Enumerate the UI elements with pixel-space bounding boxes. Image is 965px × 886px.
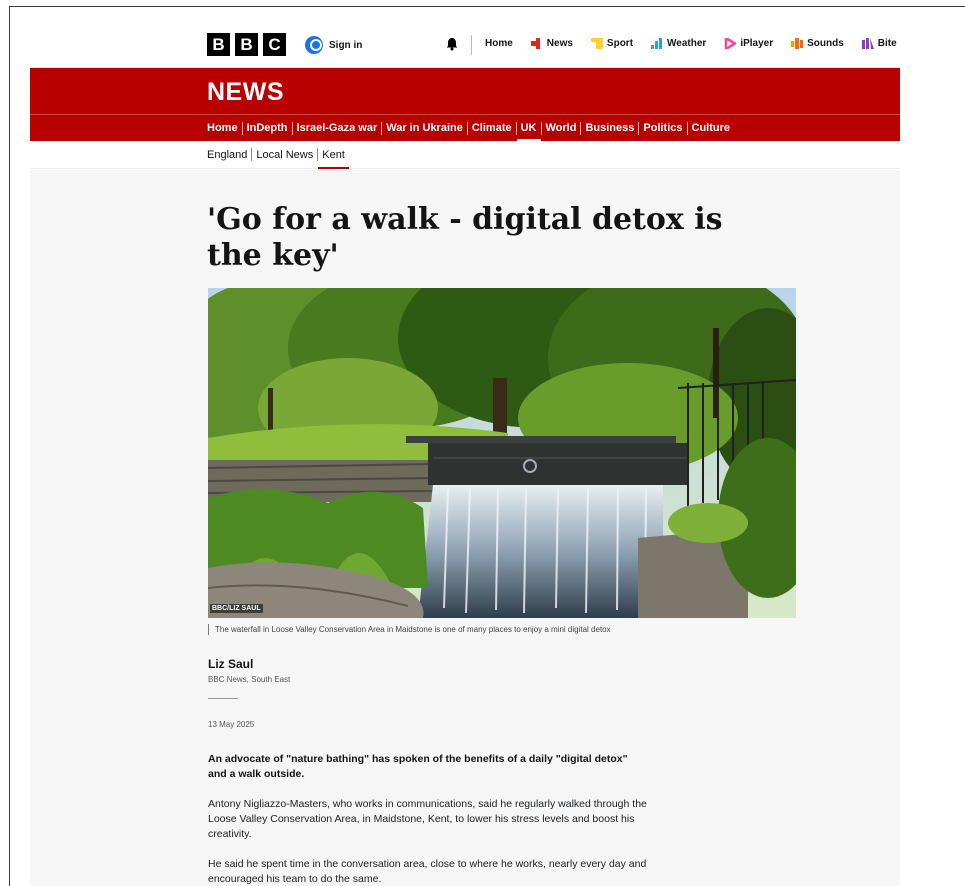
bitesize-icon bbox=[861, 38, 874, 49]
nav-sounds-label: Sounds bbox=[807, 38, 844, 49]
top-navigation: Home News Sport Weather iPlayer Sounds B… bbox=[485, 38, 900, 49]
article-headline: 'Go for a walk - digital detox is the ke… bbox=[207, 202, 723, 273]
nav-news[interactable]: News bbox=[530, 38, 573, 49]
news-masthead: NEWS bbox=[30, 68, 900, 114]
article-body: 'Go for a walk - digital detox is the ke… bbox=[30, 170, 900, 886]
nav-sport[interactable]: Sport bbox=[590, 38, 634, 49]
section-uk[interactable]: UK bbox=[516, 122, 541, 141]
sub-navigation: England Local News Kent bbox=[30, 141, 900, 169]
nav-bitesize[interactable]: Bite bbox=[861, 38, 897, 49]
article-lead: An advocate of "nature bathing" has spok… bbox=[208, 753, 628, 780]
section-politics[interactable]: Politics bbox=[639, 122, 686, 134]
section-climate[interactable]: Climate bbox=[468, 122, 516, 134]
author-name[interactable]: Liz Saul bbox=[208, 657, 253, 671]
section-indepth[interactable]: InDepth bbox=[243, 122, 292, 134]
nav-iplayer[interactable]: iPlayer bbox=[724, 38, 773, 49]
nav-bitesize-label: Bite bbox=[877, 38, 897, 49]
bbc-top-bar: B B C Sign in Home News Sport Weather iP… bbox=[30, 7, 900, 68]
sign-in-button[interactable]: Sign in bbox=[305, 36, 362, 54]
subnav-england[interactable]: England bbox=[207, 149, 251, 161]
section-business[interactable]: Business bbox=[581, 122, 638, 134]
section-culture[interactable]: Culture bbox=[688, 122, 735, 134]
image-credit: BBC/LIZ SAUL bbox=[210, 604, 263, 613]
section-navigation: Home InDepth Israel-Gaza war War in Ukra… bbox=[30, 114, 900, 141]
weather-icon bbox=[651, 38, 663, 49]
image-caption: The waterfall in Loose Valley Conservati… bbox=[208, 624, 611, 635]
sounds-icon bbox=[791, 38, 804, 49]
nav-weather[interactable]: Weather bbox=[651, 38, 706, 49]
article-photo[interactable]: BBC/LIZ SAUL bbox=[208, 288, 796, 618]
news-title[interactable]: NEWS bbox=[207, 78, 284, 107]
nav-weather-label: Weather bbox=[667, 38, 707, 49]
news-icon bbox=[530, 38, 540, 49]
article-paragraph: Antony Nigliazzo-Masters, who works in c… bbox=[208, 798, 647, 840]
sign-in-label: Sign in bbox=[329, 39, 363, 51]
bbc-page: B B C Sign in Home News Sport Weather iP… bbox=[30, 7, 900, 886]
nav-iplayer-label: iPlayer bbox=[740, 38, 774, 49]
logo-letter: B bbox=[235, 33, 258, 56]
nav-home[interactable]: Home bbox=[485, 38, 513, 49]
nav-sounds[interactable]: Sounds bbox=[791, 38, 844, 49]
nav-news-label: News bbox=[546, 38, 573, 49]
section-israel-gaza[interactable]: Israel-Gaza war bbox=[293, 122, 382, 134]
author-role: BBC News, South East bbox=[208, 675, 291, 684]
nav-home-label: Home bbox=[485, 38, 513, 49]
logo-letter: B bbox=[207, 33, 230, 56]
publish-date: 13 May 2025 bbox=[208, 720, 255, 729]
user-icon bbox=[305, 36, 323, 54]
nav-sport-label: Sport bbox=[606, 38, 634, 49]
waterfall-image bbox=[208, 288, 796, 618]
section-world[interactable]: World bbox=[542, 122, 581, 134]
iplayer-icon bbox=[725, 38, 737, 49]
subnav-kent[interactable]: Kent bbox=[318, 149, 349, 169]
sport-icon bbox=[590, 38, 603, 49]
section-home[interactable]: Home bbox=[207, 122, 242, 134]
section-ukraine[interactable]: War in Ukraine bbox=[382, 122, 467, 134]
subnav-local-news[interactable]: Local News bbox=[252, 149, 317, 161]
bbc-logo[interactable]: B B C bbox=[207, 33, 286, 56]
browser-viewport: B B C Sign in Home News Sport Weather iP… bbox=[9, 6, 965, 886]
bell-icon[interactable] bbox=[445, 37, 459, 51]
article-paragraph: He said he spent time in the conversatio… bbox=[208, 858, 647, 885]
byline-divider bbox=[208, 698, 238, 699]
logo-letter: C bbox=[263, 33, 286, 56]
nav-separator bbox=[471, 35, 472, 55]
